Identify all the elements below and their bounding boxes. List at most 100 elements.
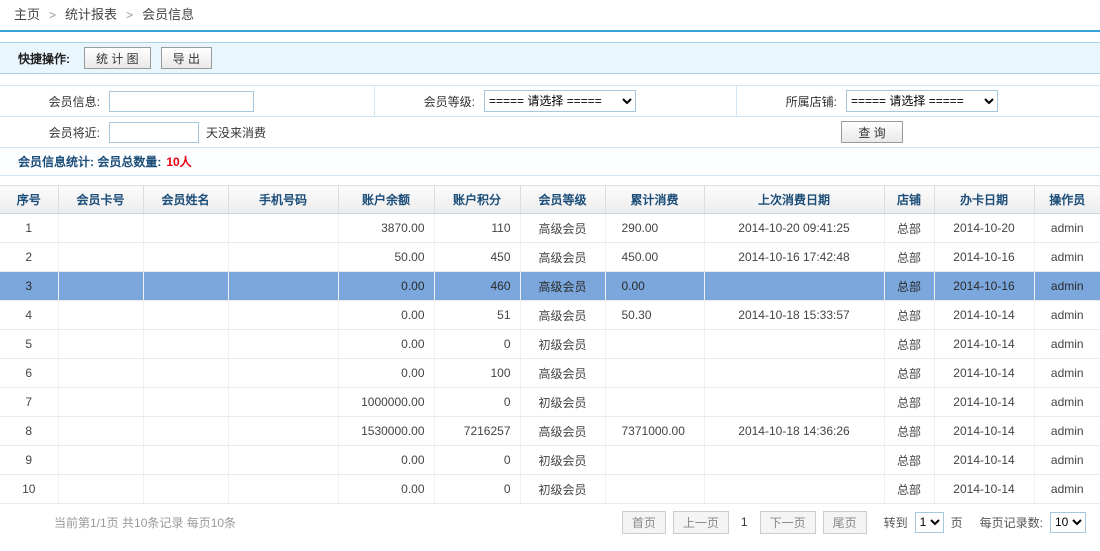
table-row[interactable]: 81530000.007216257高级会员7371000.002014-10-… (0, 417, 1100, 446)
cell-level: 初级会员 (520, 475, 605, 504)
cell-name (143, 214, 228, 243)
table-row[interactable]: 250.00450高级会员450.002014-10-16 17:42:48总部… (0, 243, 1100, 272)
member-level-select[interactable]: ===== 请选择 ===== (484, 90, 636, 112)
table-header-row: 序号会员卡号会员姓名手机号码账户余额账户积分会员等级累计消费上次消费日期店铺办卡… (0, 186, 1100, 214)
table-body: 13870.00110高级会员290.002014-10-20 09:41:25… (0, 214, 1100, 504)
cell-card (58, 243, 143, 272)
cell-name (143, 301, 228, 330)
cell-balance: 1000000.00 (338, 388, 434, 417)
cell-last_date (704, 272, 884, 301)
table-row[interactable]: 71000000.000初级会员总部2014-10-14admin (0, 388, 1100, 417)
member-level-field-group: 会员等级: ===== 请选择 ===== (375, 86, 737, 116)
cell-no: 1 (0, 214, 58, 243)
cell-last_date (704, 330, 884, 359)
cell-operator: admin (1034, 214, 1100, 243)
goto-page-select[interactable]: 1 (915, 512, 944, 533)
store-select[interactable]: ===== 请选择 ===== (846, 90, 998, 112)
cell-name (143, 359, 228, 388)
cell-level: 高级会员 (520, 243, 605, 272)
column-header-operator: 操作员 (1034, 186, 1100, 214)
goto-label: 转到 (884, 514, 908, 531)
table-row[interactable]: 90.000初级会员总部2014-10-14admin (0, 446, 1100, 475)
cell-total (605, 388, 704, 417)
cell-balance: 3870.00 (338, 214, 434, 243)
goto-suffix: 页 (951, 514, 963, 531)
cell-last_date (704, 388, 884, 417)
first-page-button[interactable]: 首页 (622, 511, 666, 534)
cell-store: 总部 (884, 330, 934, 359)
cell-total (605, 330, 704, 359)
cell-level: 初级会员 (520, 446, 605, 475)
cell-name (143, 475, 228, 504)
cell-level: 高级会员 (520, 301, 605, 330)
table-row[interactable]: 50.000初级会员总部2014-10-14admin (0, 330, 1100, 359)
cell-last_date (704, 446, 884, 475)
cell-operator: admin (1034, 417, 1100, 446)
page-size-select[interactable]: 10 (1050, 512, 1086, 533)
member-info-input[interactable] (109, 91, 254, 112)
cell-level: 高级会员 (520, 214, 605, 243)
summary-bar: 会员信息统计: 会员总数量: 10人 (0, 148, 1100, 176)
column-header-name: 会员姓名 (143, 186, 228, 214)
cell-operator: admin (1034, 359, 1100, 388)
cell-card_date: 2014-10-14 (934, 359, 1034, 388)
statistics-chart-button[interactable]: 统 计 图 (84, 47, 151, 69)
cell-level: 初级会员 (520, 330, 605, 359)
cell-card_date: 2014-10-14 (934, 301, 1034, 330)
cell-card (58, 359, 143, 388)
table-row[interactable]: 30.00460高级会员0.00总部2014-10-16admin (0, 272, 1100, 301)
last-page-button[interactable]: 尾页 (823, 511, 867, 534)
cell-no: 10 (0, 475, 58, 504)
cell-total: 290.00 (605, 214, 704, 243)
cell-phone (228, 214, 338, 243)
prev-page-button[interactable]: 上一页 (673, 511, 729, 534)
cell-operator: admin (1034, 446, 1100, 475)
days-inactive-input[interactable] (109, 122, 199, 143)
table-row[interactable]: 40.0051高级会员50.302014-10-18 15:33:57总部201… (0, 301, 1100, 330)
cell-last_date (704, 359, 884, 388)
cell-points: 0 (434, 475, 520, 504)
cell-card_date: 2014-10-16 (934, 243, 1034, 272)
cell-phone (228, 272, 338, 301)
table-row[interactable]: 60.00100高级会员总部2014-10-14admin (0, 359, 1100, 388)
cell-card (58, 330, 143, 359)
cell-balance: 50.00 (338, 243, 434, 272)
breadcrumb-reports[interactable]: 统计报表 (65, 7, 117, 22)
table-row[interactable]: 100.000初级会员总部2014-10-14admin (0, 475, 1100, 504)
cell-level: 高级会员 (520, 272, 605, 301)
cell-card_date: 2014-10-14 (934, 330, 1034, 359)
cell-store: 总部 (884, 475, 934, 504)
next-page-button[interactable]: 下一页 (760, 511, 816, 534)
cell-operator: admin (1034, 475, 1100, 504)
cell-name (143, 243, 228, 272)
cell-no: 5 (0, 330, 58, 359)
cell-points: 0 (434, 330, 520, 359)
column-header-store: 店铺 (884, 186, 934, 214)
filter-row-1: 会员信息: 会员等级: ===== 请选择 ===== 所属店铺: ===== … (0, 86, 1100, 117)
pager: 首页 上一页 1 下一页 尾页 转到 1 页 每页记录数: 10 (622, 511, 1086, 534)
cell-operator: admin (1034, 243, 1100, 272)
cell-card_date: 2014-10-16 (934, 272, 1034, 301)
cell-store: 总部 (884, 301, 934, 330)
column-header-points: 账户积分 (434, 186, 520, 214)
breadcrumb-home[interactable]: 主页 (14, 7, 40, 22)
cell-name (143, 446, 228, 475)
cell-total: 0.00 (605, 272, 704, 301)
cell-card (58, 475, 143, 504)
member-level-label: 会员等级: (375, 93, 475, 110)
quick-actions-label: 快捷操作: (18, 50, 70, 67)
breadcrumb-separator: > (49, 8, 56, 22)
export-button[interactable]: 导 出 (161, 47, 212, 69)
cell-phone (228, 475, 338, 504)
breadcrumb-current: 会员信息 (142, 7, 194, 22)
store-field-group: 所属店铺: ===== 请选择 ===== (737, 86, 1100, 116)
cell-store: 总部 (884, 417, 934, 446)
pagination-bar: 当前第1/1页 共10条记录 每页10条 首页 上一页 1 下一页 尾页 转到 … (0, 504, 1100, 540)
cell-points: 51 (434, 301, 520, 330)
cell-phone (228, 330, 338, 359)
cell-store: 总部 (884, 214, 934, 243)
cell-last_date: 2014-10-20 09:41:25 (704, 214, 884, 243)
query-button[interactable]: 查 询 (841, 121, 903, 143)
table-row[interactable]: 13870.00110高级会员290.002014-10-20 09:41:25… (0, 214, 1100, 243)
cell-balance: 0.00 (338, 475, 434, 504)
